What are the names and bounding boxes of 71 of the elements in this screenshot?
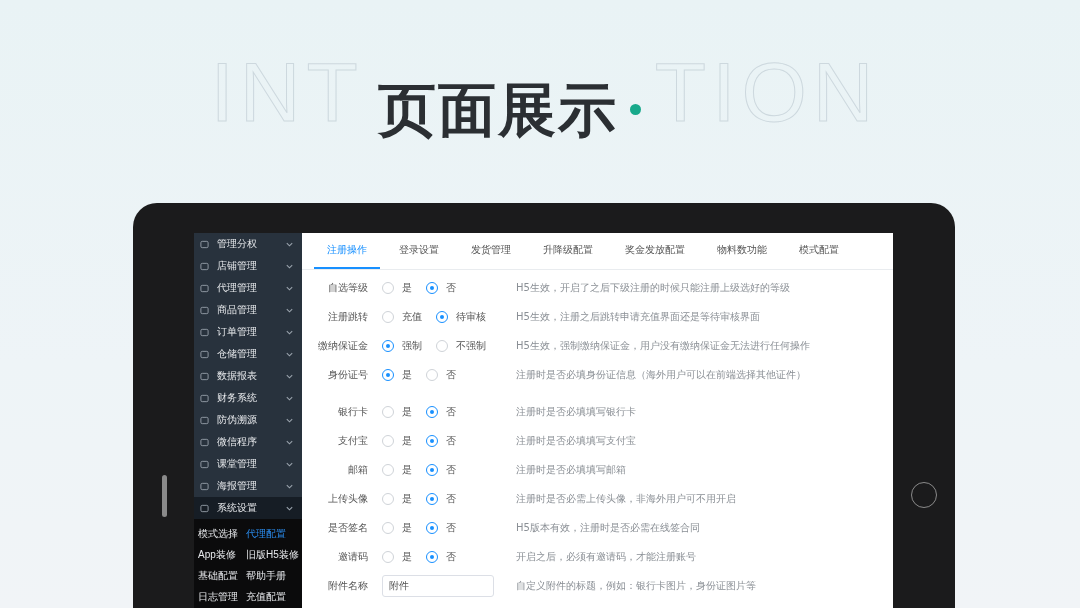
option-label: 否 xyxy=(446,367,456,382)
sidebar-item[interactable]: 管理分权 xyxy=(194,233,302,255)
option-label: 是 xyxy=(402,491,412,506)
tab[interactable]: 模式配置 xyxy=(786,233,852,269)
field-label: 上传头像 xyxy=(327,491,368,506)
submenu-item[interactable]: 基础配置 xyxy=(198,569,242,583)
sidebar-item[interactable]: 订单管理 xyxy=(194,321,302,343)
submenu-item[interactable]: 充值配置 xyxy=(246,590,300,604)
field-hint: 注册时是否必填填写邮箱 xyxy=(516,462,626,477)
option-label: 否 xyxy=(446,433,456,448)
field-hint: H5生效，注册之后跳转申请充值界面还是等待审核界面 xyxy=(516,309,760,324)
submenu-item[interactable]: 帮助手册 xyxy=(246,569,300,583)
field-label: 是否签名 xyxy=(327,520,368,535)
input-field[interactable]: 附件 xyxy=(382,574,494,597)
field-hint: 注册时是否必填填写支付宝 xyxy=(516,433,636,448)
sidebar-item[interactable]: 防伪溯源 xyxy=(194,409,302,431)
sidebar-item[interactable]: 微信程序 xyxy=(194,431,302,453)
option-label: 不强制 xyxy=(456,338,486,353)
field-hint: H5版本有效，注册时是否必需在线签合同 xyxy=(516,520,700,535)
field-hint: H5生效，强制缴纳保证金，用户没有缴纳保证金无法进行任何操作 xyxy=(516,338,810,353)
field-hint: 自定义附件的标题，例如：银行卡图片，身份证图片等 xyxy=(516,578,756,593)
tab[interactable]: 发货管理 xyxy=(458,233,524,269)
field-label: 邮箱 xyxy=(347,462,368,477)
field-label: 身份证号 xyxy=(327,367,368,382)
field-label: 银行卡 xyxy=(337,404,368,419)
field-hint: 开启之后，必须有邀请码，才能注册账号 xyxy=(516,549,696,564)
field-hint: 注册时是否必填身份证信息（海外用户可以在前端选择其他证件） xyxy=(516,367,806,382)
option-label: 是 xyxy=(402,280,412,295)
sidebar-item[interactable]: 店铺管理 xyxy=(194,255,302,277)
option-label: 是 xyxy=(402,404,412,419)
option-label: 否 xyxy=(446,520,456,535)
option-label: 是 xyxy=(402,549,412,564)
field-label: 附件名称 xyxy=(327,578,368,593)
option-label: 是 xyxy=(402,367,412,382)
submenu-item[interactable]: 旧版H5装修 xyxy=(246,548,300,562)
option-label: 否 xyxy=(446,280,456,295)
field-label: 缴纳保证金 xyxy=(317,338,368,353)
field-hint: 注册时是否必填填写银行卡 xyxy=(516,404,636,419)
field-label: 注册跳转 xyxy=(327,309,368,324)
tab[interactable]: 物料数功能 xyxy=(704,233,780,269)
tab[interactable]: 登录设置 xyxy=(386,233,452,269)
option-label: 是 xyxy=(402,462,412,477)
option-label: 否 xyxy=(446,404,456,419)
field-label: 支付宝 xyxy=(337,433,368,448)
option-label: 是 xyxy=(402,433,412,448)
submenu-item[interactable]: App装修 xyxy=(198,548,242,562)
sidebar-item[interactable]: 系统设置 xyxy=(194,497,302,519)
submenu-item[interactable]: 日志管理 xyxy=(198,590,242,604)
submenu-item[interactable]: 代理配置 xyxy=(246,527,300,541)
field-hint: H5生效，开启了之后下级注册的时候只能注册上级选好的等级 xyxy=(516,280,790,295)
submenu-item[interactable]: 模式选择 xyxy=(198,527,242,541)
option-label: 否 xyxy=(446,491,456,506)
option-label: 否 xyxy=(446,549,456,564)
page-title: 页面展示 xyxy=(377,75,618,146)
field-label: 自选等级 xyxy=(327,280,368,295)
option-label: 否 xyxy=(446,462,456,477)
option-label: 待审核 xyxy=(456,309,486,324)
option-label: 是 xyxy=(402,520,412,535)
sidebar-item[interactable]: 仓储管理 xyxy=(194,343,302,365)
option-label: 充值 xyxy=(402,309,422,324)
tab[interactable]: 升降级配置 xyxy=(530,233,606,269)
field-hint: 注册时是否必需上传头像，非海外用户可不用开启 xyxy=(516,491,736,506)
sidebar-item[interactable]: 商品管理 xyxy=(194,299,302,321)
sidebar-item[interactable]: 课堂管理 xyxy=(194,453,302,475)
sidebar-item[interactable]: 数据报表 xyxy=(194,365,302,387)
sidebar-item[interactable]: 财务系统 xyxy=(194,387,302,409)
sidebar-item[interactable]: 代理管理 xyxy=(194,277,302,299)
field-label: 邀请码 xyxy=(337,549,368,564)
option-label: 强制 xyxy=(402,338,422,353)
tab[interactable]: 奖金发放配置 xyxy=(612,233,698,269)
sidebar-item[interactable]: 海报管理 xyxy=(194,475,302,497)
